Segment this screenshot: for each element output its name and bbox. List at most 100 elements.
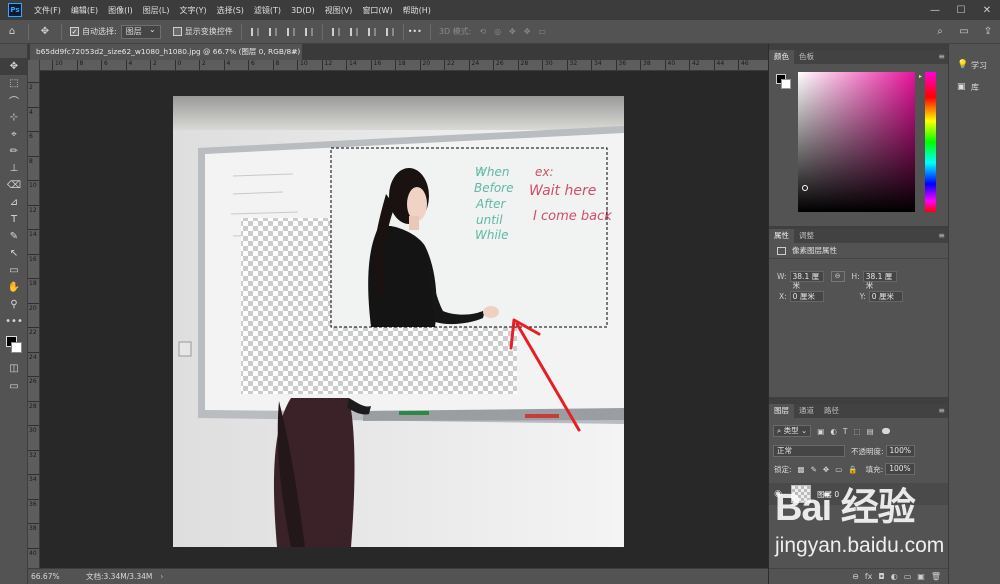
eyedropper-tool-icon[interactable]: ⌖ (0, 126, 28, 143)
layer-kind-filter[interactable]: ⌕ 类型 ⌄ (773, 425, 812, 437)
filter-shape-icon[interactable]: ⬚ (854, 427, 861, 436)
opacity-field[interactable]: 100% (885, 445, 915, 457)
layer-row[interactable]: ◉ 图层 0 (769, 483, 949, 505)
layer-style-icon[interactable]: fx (865, 572, 873, 581)
show-transform-checkbox[interactable] (172, 27, 182, 36)
x-field[interactable]: 0 厘米 (789, 291, 824, 302)
align-top-edge-icon[interactable] (329, 25, 343, 39)
filter-toggle[interactable] (881, 428, 890, 434)
tab-paths[interactable]: 路径 (819, 404, 844, 418)
height-field[interactable]: 38.1 厘米 (862, 271, 897, 290)
dock-learn[interactable]: 💡 学习 (949, 54, 1000, 76)
tab-adjustments[interactable]: 调整 (794, 229, 819, 243)
menu-3d[interactable]: 3D(D) (286, 6, 320, 15)
align-bottom-icon[interactable] (365, 25, 379, 39)
eraser-tool-icon[interactable]: ⌫ (0, 177, 28, 194)
zoom-level[interactable]: 66.67% (28, 572, 72, 581)
screen-mode-icon[interactable]: ▭ (0, 378, 28, 395)
zoom-tool-icon[interactable]: ⚲ (0, 296, 28, 313)
move-tool-icon[interactable]: ✥ (0, 58, 28, 75)
y-field[interactable]: 0 厘米 (868, 291, 903, 302)
gradient-tool-icon[interactable]: ⊿ (0, 194, 28, 211)
link-layers-icon[interactable]: ⊖ (852, 572, 859, 581)
path-select-tool-icon[interactable]: ↖ (0, 245, 28, 262)
pen-tool-icon[interactable]: ✎ (0, 228, 28, 245)
close-tab-icon[interactable]: × (292, 44, 298, 60)
document-tab[interactable]: b65dd9fc72053d2_size62_w1080_h1080.jpg @… (30, 44, 302, 60)
workspace-icon[interactable]: ▭ (956, 24, 972, 40)
lock-position-icon[interactable]: ✥ (823, 465, 829, 474)
link-icon[interactable]: ⊖ (830, 271, 845, 282)
type-tool-icon[interactable]: T (0, 211, 28, 228)
filter-adjust-icon[interactable]: ◐ (830, 427, 837, 436)
menu-filter[interactable]: 滤镜(T) (249, 5, 286, 16)
status-menu-arrow-icon[interactable]: › (160, 572, 163, 581)
marquee-tool-icon[interactable]: ⬚ (0, 75, 28, 92)
width-field[interactable]: 38.1 厘米 (789, 271, 824, 290)
tab-swatches[interactable]: 色板 (794, 50, 819, 64)
3d-orbit-icon[interactable]: ⟲ (479, 27, 486, 36)
brush-tool-icon[interactable]: ✏ (0, 143, 28, 160)
align-right-icon[interactable] (284, 25, 298, 39)
blend-mode-dropdown[interactable]: 正常 (773, 445, 845, 457)
visibility-eye-icon[interactable]: ◉ (769, 489, 787, 499)
tab-color[interactable]: 颜色 (769, 50, 794, 64)
menu-select[interactable]: 选择(S) (212, 5, 249, 16)
document-image[interactable]: ☆ When Before After until While ex: Wait… (173, 96, 624, 547)
menu-help[interactable]: 帮助(H) (398, 5, 436, 16)
menu-image[interactable]: 图像(I) (103, 5, 138, 16)
menu-view[interactable]: 视图(V) (320, 5, 358, 16)
move-tool-icon[interactable]: ✥ (37, 24, 53, 40)
add-mask-icon[interactable]: ◘ (878, 572, 884, 581)
3d-slide-icon[interactable]: ✥ (524, 27, 531, 36)
layer-name[interactable]: 图层 0 (817, 489, 839, 500)
menu-layer[interactable]: 图层(L) (138, 5, 175, 16)
menu-edit[interactable]: 编辑(E) (66, 5, 103, 16)
lasso-tool-icon[interactable]: ⌒ (0, 92, 28, 109)
lock-pixels-icon[interactable]: ✎ (811, 465, 817, 474)
hue-slider[interactable]: ▸ (919, 72, 936, 212)
fill-field[interactable]: 100% (885, 463, 915, 475)
search-icon[interactable]: ⌕ (932, 24, 948, 40)
edit-toolbar-icon[interactable]: ••• (0, 313, 28, 330)
lock-transparency-icon[interactable]: ▩ (798, 465, 805, 474)
maximize-icon[interactable]: ☐ (948, 5, 974, 16)
horizontal-ruler[interactable]: 10 8 6 4 2 0 2 4 6 8 10 12 14 16 18 20 22 24 26 28 30 32 34 36 3… (40, 60, 768, 71)
more-options-button[interactable]: ••• (408, 27, 422, 36)
quick-mask-icon[interactable]: ◫ (0, 360, 28, 377)
vertical-ruler[interactable]: 2 4 6 8 10 12 14 16 18 20 22 24 26 28 30 32 34 36 38 40 (28, 60, 40, 568)
share-icon[interactable]: ⇪ (980, 24, 996, 40)
align-middle-icon[interactable] (347, 25, 361, 39)
filter-smart-icon[interactable]: ▤ (867, 427, 874, 436)
3d-pan-icon[interactable]: ✥ (509, 27, 516, 36)
color-field[interactable] (798, 72, 915, 212)
color-picker-handle[interactable] (802, 185, 808, 191)
menu-type[interactable]: 文字(Y) (174, 5, 211, 16)
tab-channels[interactable]: 通道 (794, 404, 819, 418)
3d-roll-icon[interactable]: ◎ (494, 27, 501, 36)
tab-layers[interactable]: 图层 (769, 404, 794, 418)
lock-artboard-icon[interactable]: ▭ (835, 465, 842, 474)
home-icon[interactable]: ⌂ (4, 24, 20, 40)
align-left-icon[interactable] (248, 25, 262, 39)
minimize-icon[interactable]: — (922, 5, 948, 16)
adjustment-layer-icon[interactable]: ◐ (891, 572, 898, 581)
lock-all-icon[interactable]: 🔒 (848, 465, 857, 474)
tab-properties[interactable]: 属性 (769, 229, 794, 243)
delete-layer-icon[interactable]: 🗑 (931, 572, 941, 581)
hand-tool-icon[interactable]: ✋ (0, 279, 28, 296)
align-top-icon[interactable] (302, 25, 316, 39)
new-layer-icon[interactable]: ▣ (917, 572, 925, 581)
background-color-swatch[interactable] (11, 342, 22, 353)
align-center-h-icon[interactable] (266, 25, 280, 39)
menu-window[interactable]: 窗口(W) (357, 5, 397, 16)
menu-file[interactable]: 文件(F) (29, 5, 66, 16)
filter-type-icon[interactable]: T (843, 427, 848, 436)
3d-scale-icon[interactable]: ▭ (538, 27, 546, 36)
dock-libraries[interactable]: ▣ 库 (949, 76, 1000, 98)
group-icon[interactable]: ▭ (904, 572, 912, 581)
close-window-icon[interactable]: ✕ (974, 5, 1000, 16)
filter-pixel-icon[interactable]: ▣ (817, 427, 824, 436)
shape-tool-icon[interactable]: ▭ (0, 262, 28, 279)
panel-menu-icon[interactable]: ≡ (938, 406, 945, 415)
